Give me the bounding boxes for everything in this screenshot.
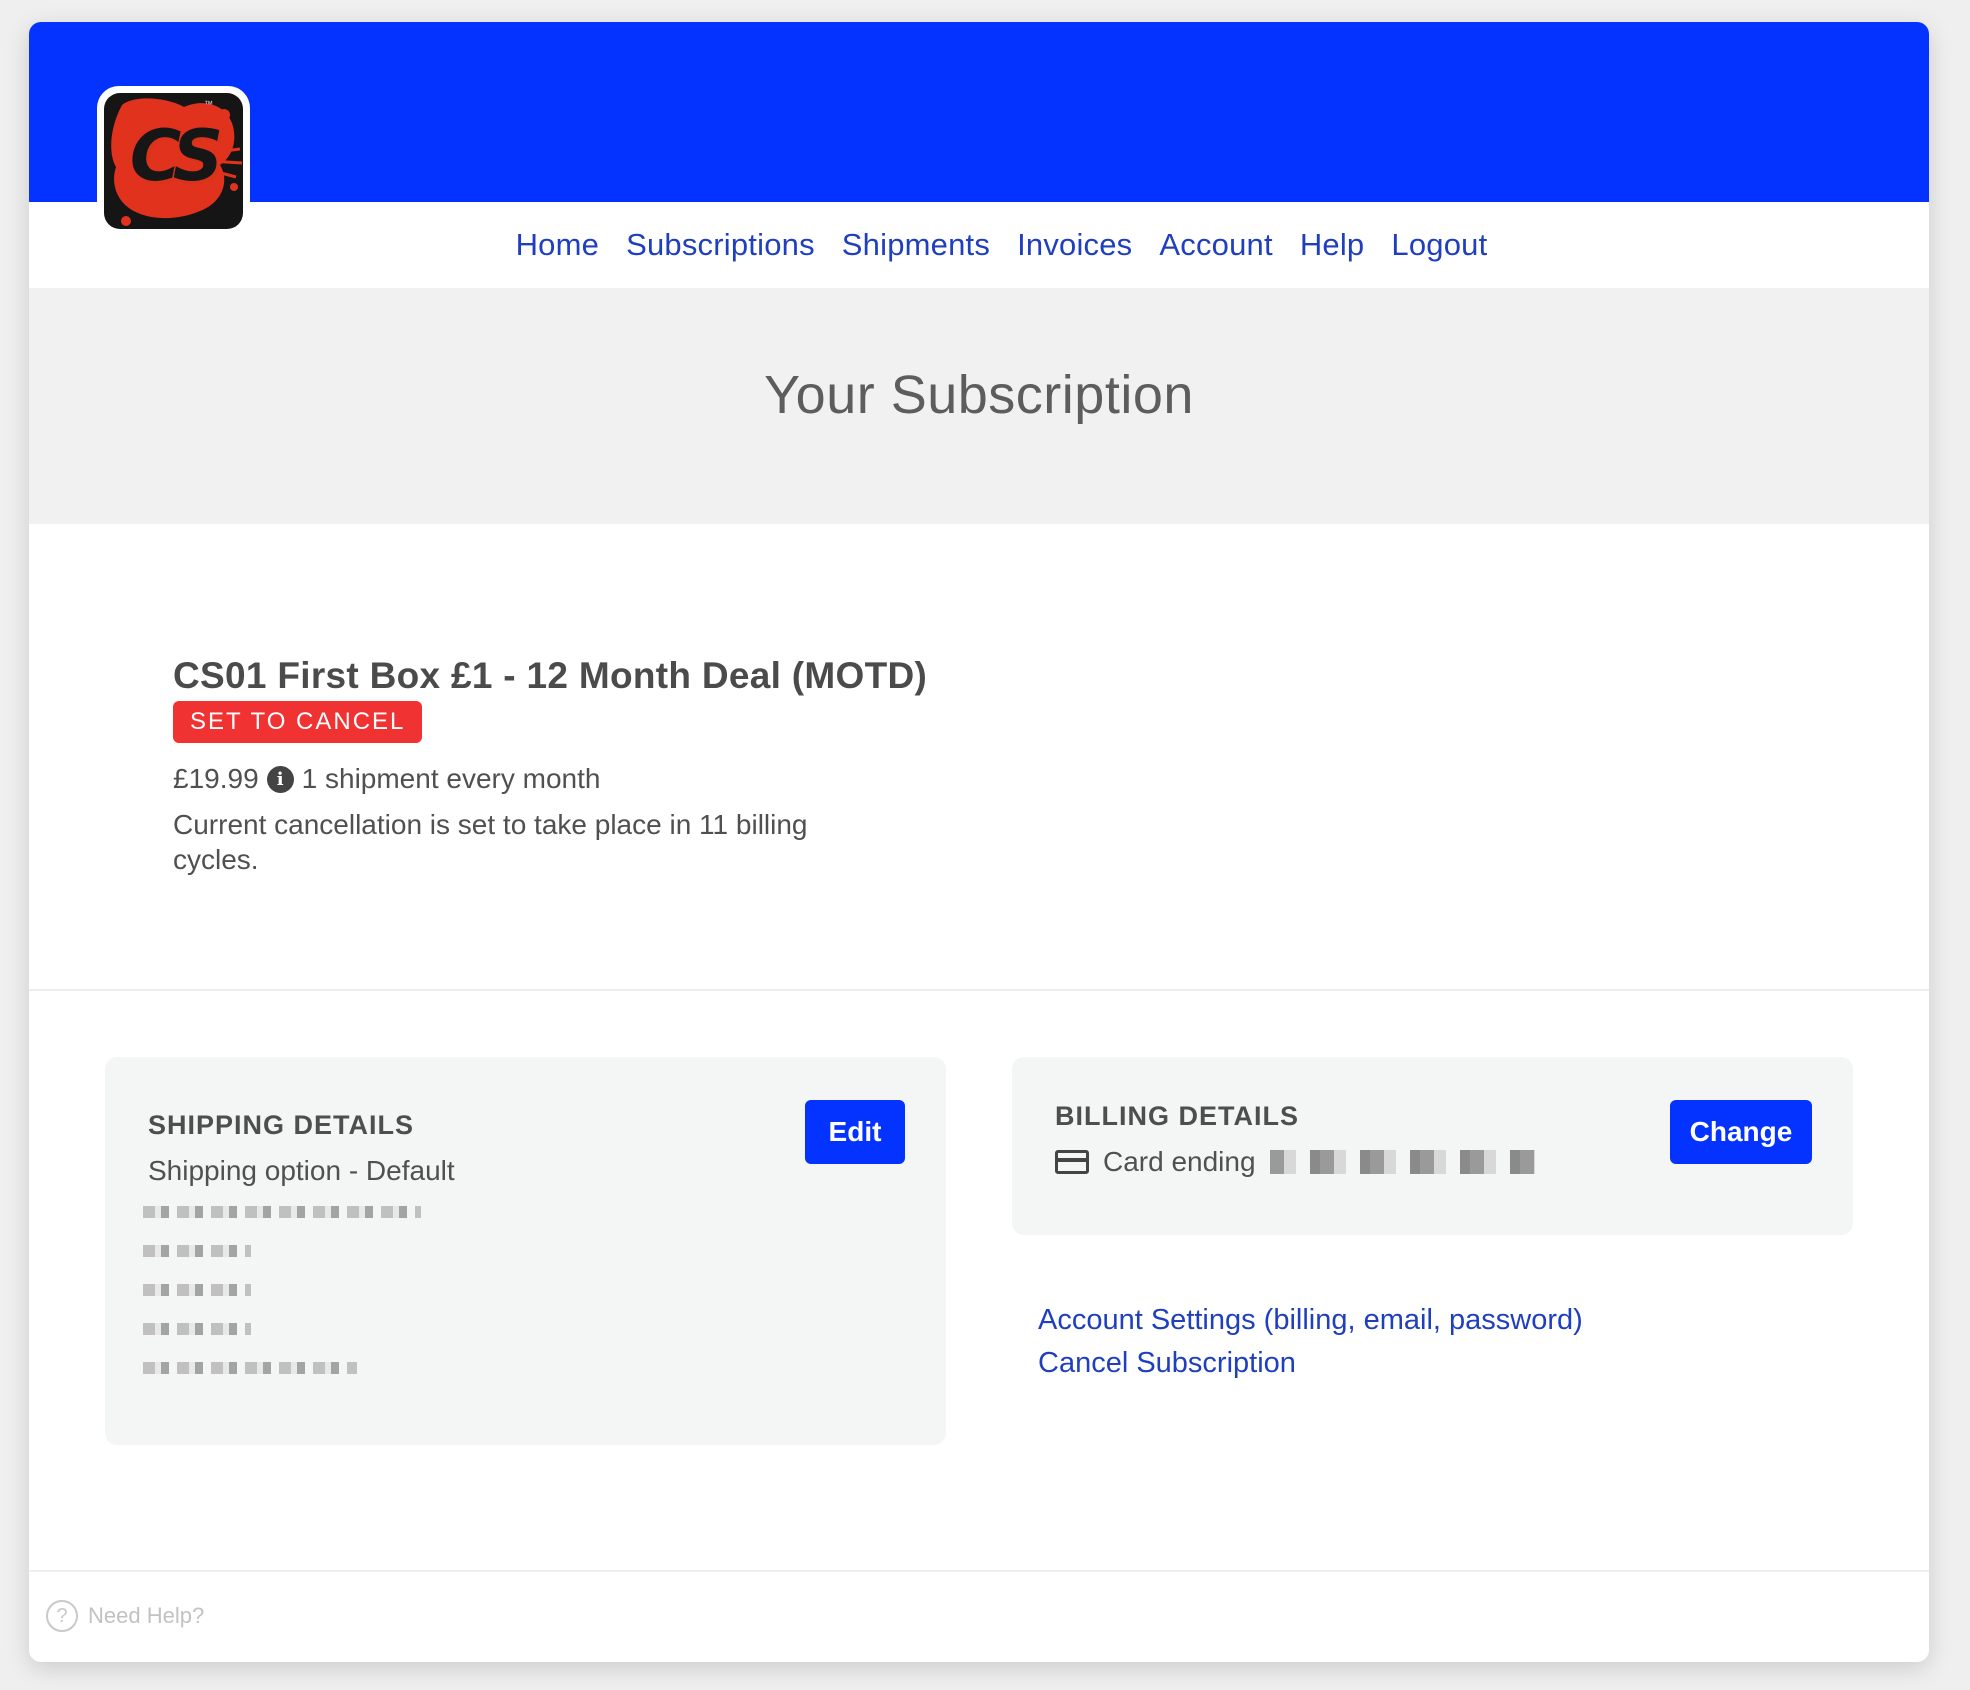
change-billing-button[interactable]: Change — [1670, 1100, 1812, 1164]
nav-link-invoices[interactable]: Invoices — [1017, 227, 1132, 263]
shipping-details-text: SHIPPING DETAILS Shipping option - Defau… — [148, 1110, 455, 1187]
footer-divider — [29, 1570, 1929, 1572]
main-nav: Home Subscriptions Shipments Invoices Ac… — [29, 202, 1929, 288]
need-help-label: Need Help? — [88, 1603, 205, 1628]
brand-logo[interactable]: CS ™ — [97, 86, 250, 236]
need-help-widget[interactable]: ? Need Help? — [46, 1600, 204, 1632]
subscription-price: £19.99 — [173, 763, 259, 794]
cancellation-note: Current cancellation is set to take plac… — [173, 809, 808, 875]
subscription-summary: CS01 First Box £1 - 12 Month Deal (MOTD)… — [173, 655, 973, 877]
nav-link-subscriptions[interactable]: Subscriptions — [626, 227, 815, 263]
redacted-address-line — [143, 1245, 251, 1257]
nav-link-account[interactable]: Account — [1159, 227, 1272, 263]
card-ending-line: Card ending — [1055, 1146, 1535, 1178]
logo-image: CS ™ — [104, 93, 243, 229]
redacted-address-line — [143, 1362, 357, 1374]
redacted-card-number — [1269, 1150, 1535, 1174]
info-icon[interactable]: i — [266, 765, 294, 793]
shipping-option: Shipping option - Default — [148, 1155, 455, 1186]
billing-details-card: BILLING DETAILS Card ending Change — [1012, 1057, 1853, 1235]
redacted-address-line — [143, 1206, 421, 1218]
shipment-frequency: 1 shipment every month — [301, 763, 601, 794]
redacted-address-line — [143, 1323, 251, 1335]
account-links: Account Settings (billing, email, passwo… — [1038, 1299, 1583, 1385]
page-header: Your Subscription — [29, 288, 1929, 524]
billing-details-text: BILLING DETAILS Card ending — [1055, 1101, 1535, 1178]
nav-link-shipments[interactable]: Shipments — [842, 227, 990, 263]
redacted-address-line — [143, 1284, 251, 1296]
logo-text: CS — [129, 115, 223, 197]
cancel-subscription-link[interactable]: Cancel Subscription — [1038, 1342, 1583, 1385]
edit-shipping-button[interactable]: Edit — [805, 1100, 905, 1164]
shipping-details-card: SHIPPING DETAILS Shipping option - Defau… — [105, 1057, 946, 1445]
app-window: CS ™ Home Subscriptions Shipments Invoic… — [29, 22, 1929, 1662]
redacted-address — [143, 1206, 421, 1401]
shipping-details-heading: SHIPPING DETAILS — [148, 1110, 415, 1140]
card-ending-label: Card ending — [1103, 1146, 1256, 1177]
nav-link-help[interactable]: Help — [1300, 227, 1365, 263]
credit-card-icon — [1055, 1150, 1089, 1174]
nav-link-home[interactable]: Home — [516, 227, 600, 263]
trademark-mark: ™ — [204, 99, 213, 109]
price-line: £19.99 i 1 shipment every month — [173, 763, 973, 795]
page-title: Your Subscription — [764, 365, 1194, 425]
account-settings-link[interactable]: Account Settings (billing, email, passwo… — [1038, 1299, 1583, 1342]
status-badge: SET TO CANCEL — [173, 701, 423, 743]
section-divider — [29, 989, 1929, 991]
header-banner — [29, 22, 1929, 202]
question-icon: ? — [46, 1600, 78, 1632]
nav-link-logout[interactable]: Logout — [1391, 227, 1487, 263]
subscription-name: CS01 First Box £1 - 12 Month Deal (MOTD) — [173, 655, 928, 696]
billing-details-heading: BILLING DETAILS — [1055, 1101, 1299, 1131]
